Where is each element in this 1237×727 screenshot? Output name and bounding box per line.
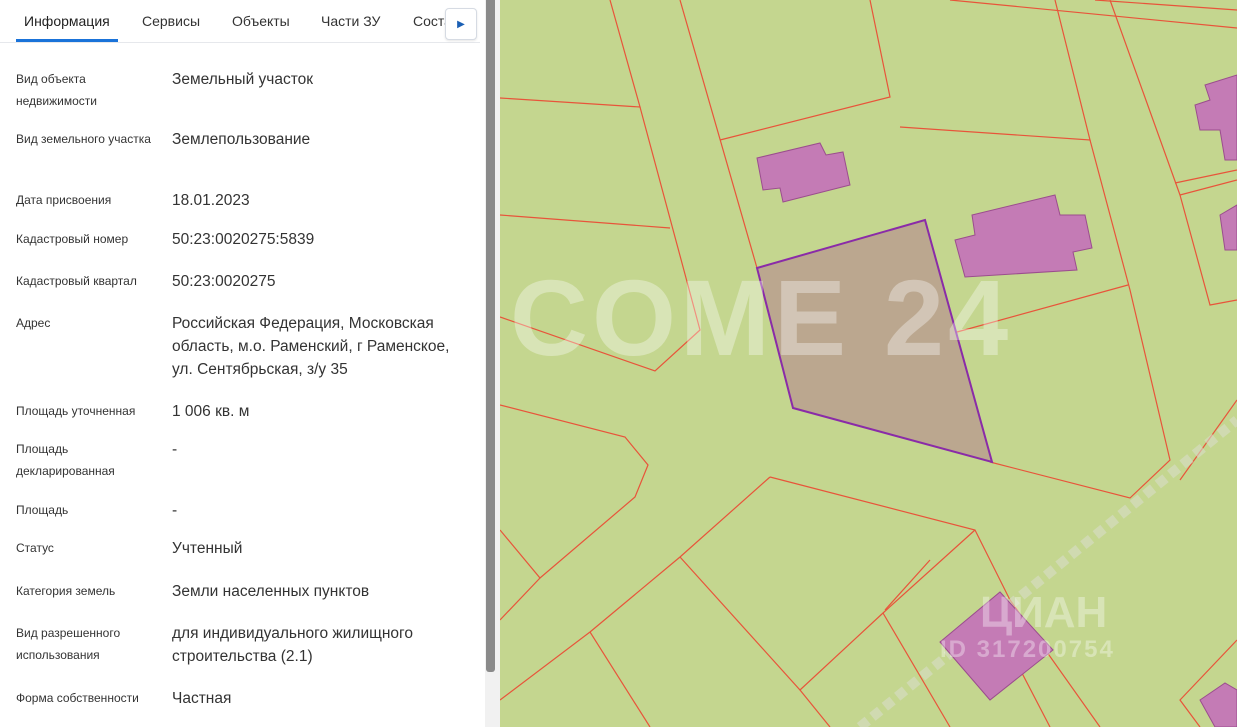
tab-information[interactable]: Информация (24, 13, 110, 29)
tab-bar: Информация Сервисы Объекты Части ЗУ Сост… (0, 0, 480, 43)
watermark-id: ID 317200754 (940, 636, 1115, 663)
panel-scrollbar-thumb[interactable] (486, 0, 495, 672)
active-tab-indicator (16, 39, 118, 42)
tab-parts[interactable]: Части ЗУ (321, 13, 380, 29)
info-panel: Информация Сервисы Объекты Части ЗУ Сост… (0, 0, 485, 727)
watermark-cian: ЦИАН (980, 588, 1108, 637)
road-dashed (856, 416, 1237, 727)
watermark-come24: COME 24 (510, 257, 1013, 378)
tab-services[interactable]: Сервисы (142, 13, 200, 29)
triangle-right-icon: ▶ (457, 18, 465, 30)
cadastral-map[interactable]: COME 24 ЦИАН ID 317200754 (500, 0, 1237, 727)
tab-objects[interactable]: Объекты (232, 13, 290, 29)
tab-scroll-next-button[interactable]: ▶ (445, 8, 477, 40)
